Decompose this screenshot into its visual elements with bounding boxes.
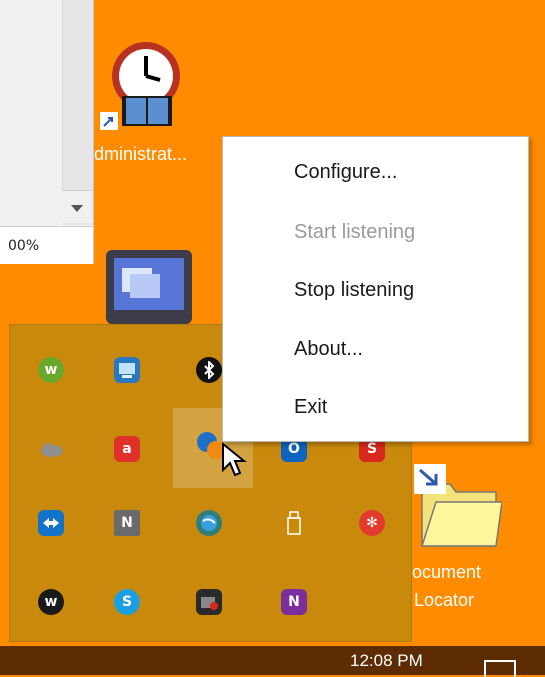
taskbar-clock[interactable]: 12:08 PM bbox=[350, 651, 423, 671]
globe-icon[interactable] bbox=[196, 510, 222, 536]
onenote-clip-icon[interactable]: N bbox=[281, 589, 307, 615]
mouse-cursor-icon bbox=[221, 441, 247, 482]
w-record-icon[interactable]: w bbox=[38, 589, 64, 615]
red-gear-icon[interactable]: ✻ bbox=[359, 510, 385, 536]
n-icon[interactable]: N bbox=[114, 510, 140, 536]
folder-icon bbox=[412, 464, 503, 556]
desktop-icon-label-line1: ocument bbox=[412, 562, 482, 582]
app-window-fragment: 00% bbox=[0, 0, 94, 264]
taskbar bbox=[0, 646, 545, 675]
context-menu: Configure... Start listening Stop listen… bbox=[222, 136, 529, 442]
onedrive-icon[interactable] bbox=[38, 436, 64, 462]
desktop-icon-computer[interactable] bbox=[104, 246, 194, 326]
menu-item-exit[interactable]: Exit bbox=[294, 396, 327, 419]
dropdown-button[interactable] bbox=[62, 190, 92, 223]
skype-icon[interactable]: S bbox=[114, 589, 140, 615]
a-icon[interactable]: a bbox=[114, 436, 140, 462]
bluetooth-icon[interactable] bbox=[196, 357, 222, 383]
menu-item-stop-listening[interactable]: Stop listening bbox=[294, 279, 414, 302]
camera-icon[interactable] bbox=[196, 589, 222, 615]
w-icon[interactable]: w bbox=[38, 357, 64, 383]
menu-item-about[interactable]: About... bbox=[294, 338, 363, 361]
desktop-icon-label: dministrat... bbox=[94, 144, 188, 164]
desktop-icon-label-line2: Locator bbox=[414, 590, 475, 610]
clock-book-icon bbox=[100, 42, 194, 138]
blue-orange-icon[interactable] bbox=[196, 432, 222, 459]
menu-item-configure[interactable]: Configure... bbox=[294, 161, 397, 184]
notification-icon[interactable] bbox=[484, 660, 516, 677]
desktop-icon-administrator[interactable] bbox=[100, 34, 194, 134]
chevron-down-icon bbox=[71, 198, 83, 217]
usb-icon[interactable] bbox=[281, 510, 307, 536]
menu-item-start-listening[interactable]: Start listening bbox=[294, 221, 415, 244]
desktop-icon-document-locator[interactable] bbox=[412, 462, 503, 552]
zoom-level[interactable]: 00% bbox=[0, 226, 93, 264]
network-icon[interactable] bbox=[114, 357, 140, 383]
teamviewer-icon[interactable] bbox=[38, 510, 64, 536]
